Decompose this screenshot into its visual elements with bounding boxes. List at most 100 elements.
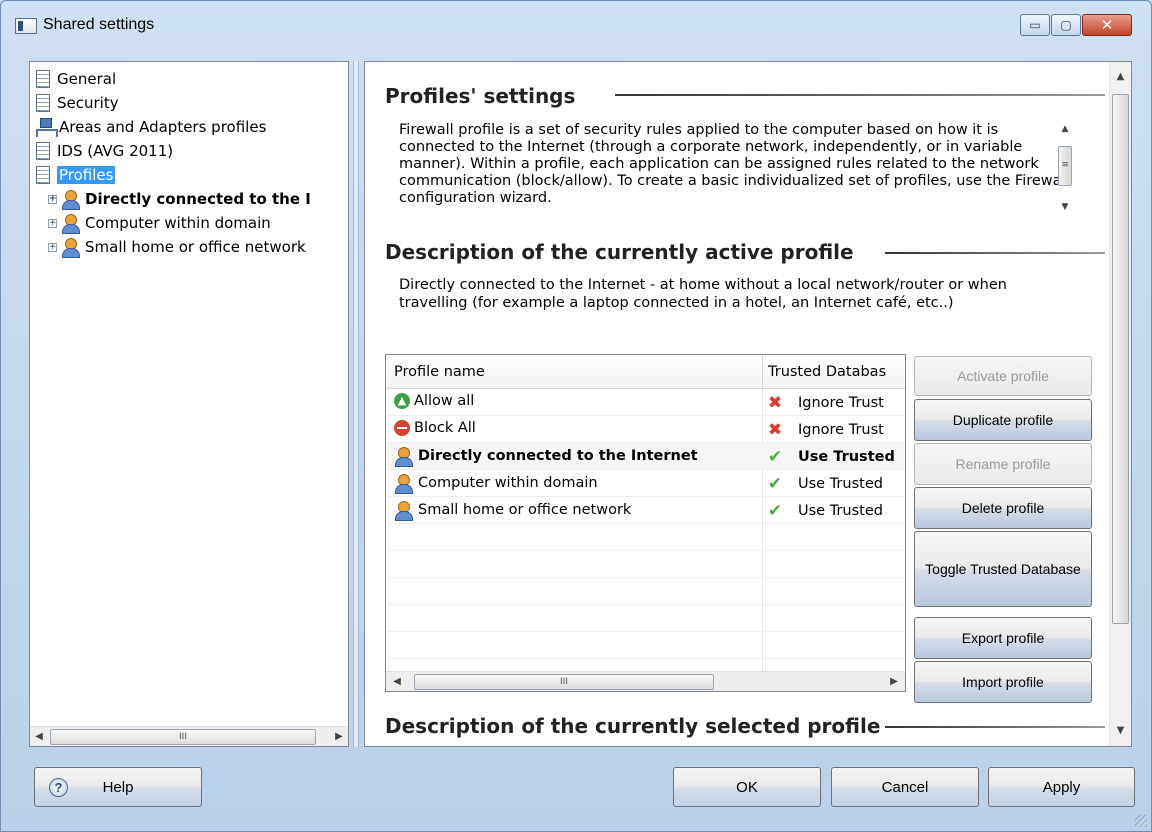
empty-row [386,632,905,659]
profile-name-cell: Block All [414,420,476,436]
tree-item-label: Small home or office network [85,238,306,256]
document-icon [36,142,50,160]
empty-row [386,551,905,578]
trusted-db-cell: Ignore Trust [798,395,884,411]
profile-name-cell: Computer within domain [418,475,598,491]
panel-splitter[interactable] [353,61,359,747]
section-divider [885,726,1105,728]
check-icon: ✔ [767,447,783,467]
person-icon [394,474,413,494]
rename-profile-button[interactable]: Rename profile [914,443,1092,485]
trusted-db-cell: Use Trusted [798,503,883,519]
table-row[interactable]: Small home or office network ✔ Use Truste… [386,497,905,524]
help-button[interactable]: ? Help [34,767,202,807]
tree-item-general[interactable]: General [36,67,116,91]
export-profile-button[interactable]: Export profile [914,617,1092,659]
scroll-thumb[interactable]: III [50,729,316,745]
scroll-up-icon[interactable]: ▲ [1110,68,1131,86]
tree-item-label: Areas and Adapters profiles [59,118,267,136]
empty-row [386,578,905,605]
tree-item-label: Profiles [57,166,116,184]
table-row[interactable]: Directly connected to the Internet ✔ Use … [386,443,905,470]
section-divider [615,94,1105,96]
document-icon [36,166,50,184]
x-icon: ✖ [767,420,783,440]
table-row[interactable]: ▲ Allow all ✖ Ignore Trust [386,389,905,416]
profiles-table[interactable]: Profile name Trusted Databas ▲ Allow all … [385,354,906,692]
check-icon: ✔ [767,501,783,521]
resize-grip-icon[interactable] [1135,815,1147,827]
tree-item-computer-domain[interactable]: + Computer within domain [48,211,271,235]
help-button-label: Help [102,778,134,796]
scroll-down-icon[interactable]: ▼ [1110,722,1131,740]
scroll-right-icon[interactable]: ▶ [885,672,903,691]
duplicate-profile-button[interactable]: Duplicate profile [914,399,1092,441]
table-row[interactable]: Block All ✖ Ignore Trust [386,416,905,443]
tree-item-ids[interactable]: IDS (AVG 2011) [36,139,173,163]
document-icon [36,94,50,112]
profile-name-cell: Directly connected to the Internet [418,448,698,464]
expand-icon[interactable]: + [48,218,57,228]
profiles-settings-title: Profiles' settings [385,84,576,108]
scroll-thumb[interactable] [1112,94,1129,624]
tree-item-label: Computer within domain [85,214,271,232]
scroll-left-icon[interactable]: ◀ [388,672,406,691]
person-icon [61,238,80,258]
empty-row [386,605,905,632]
maximize-button[interactable]: ▢ [1051,14,1081,36]
scroll-down-icon[interactable]: ▼ [1057,202,1073,216]
apply-button[interactable]: Apply [988,767,1135,807]
profile-name-cell: Small home or office network [418,502,632,518]
tree-horizontal-scrollbar[interactable]: ◀ III ▶ [30,726,348,746]
tree-item-label: Directly connected to the I [85,190,311,208]
window-title: Shared settings [43,16,155,33]
expand-icon[interactable]: + [48,242,57,252]
delete-profile-button[interactable]: Delete profile [914,487,1092,529]
active-profile-description: Directly connected to the Internet - at … [399,277,1007,311]
scroll-up-icon[interactable]: ▲ [1057,124,1073,138]
tree-item-areas-adapters[interactable]: Areas and Adapters profiles [36,115,266,139]
column-header-trusted-database[interactable]: Trusted Databas [768,364,886,380]
network-icon [36,118,58,137]
person-icon [61,190,80,210]
title-bar[interactable]: Shared settings ▭ ▢ ✕ [1,1,1151,49]
ok-button[interactable]: OK [673,767,821,807]
empty-row [386,524,905,551]
scroll-left-icon[interactable]: ◀ [30,727,48,747]
tree-item-profiles[interactable]: Profiles [36,163,116,187]
scroll-thumb[interactable]: ≡ [1058,146,1072,186]
person-icon [394,501,413,521]
toggle-trusted-database-button[interactable]: Toggle Trusted Database [914,531,1092,607]
expand-icon[interactable]: + [48,194,57,204]
activate-profile-button[interactable]: Activate profile [914,356,1092,396]
allow-icon: ▲ [394,393,410,409]
table-row[interactable]: Computer within domain ✔ Use Trusted [386,470,905,497]
table-horizontal-scrollbar[interactable]: ◀ III ▶ [386,671,905,691]
column-separator[interactable] [762,355,763,389]
scroll-thumb[interactable]: III [414,674,714,690]
trusted-db-cell: Use Trusted [798,476,883,492]
scroll-right-icon[interactable]: ▶ [330,727,348,747]
minimize-button[interactable]: ▭ [1020,14,1050,36]
column-header-profile-name[interactable]: Profile name [394,364,485,380]
profiles-intro-text: Firewall profile is a set of security ru… [399,122,1070,206]
settings-tree[interactable]: General Security Areas and Adapters prof… [29,61,349,747]
tree-item-directly-connected[interactable]: + Directly connected to the I [48,187,311,211]
tree-item-security[interactable]: Security [36,91,119,115]
cancel-button[interactable]: Cancel [831,767,979,807]
section-divider [885,252,1105,254]
trusted-db-cell: Use Trusted [798,449,895,465]
intro-vertical-scrollbar[interactable]: ▲ ≡ ▼ [1057,124,1073,216]
shared-settings-window: Shared settings ▭ ▢ ✕ General Security A… [0,0,1152,832]
table-header: Profile name Trusted Databas [386,355,905,389]
check-icon: ✔ [767,474,783,494]
help-icon: ? [49,778,68,797]
content-vertical-scrollbar[interactable]: ▲ ▼ [1109,62,1131,746]
x-icon: ✖ [767,393,783,413]
profile-name-cell: Allow all [414,393,475,409]
block-icon [394,420,410,436]
trusted-db-cell: Ignore Trust [798,422,884,438]
tree-item-small-home[interactable]: + Small home or office network [48,235,306,259]
import-profile-button[interactable]: Import profile [914,661,1092,703]
close-button[interactable]: ✕ [1082,14,1132,36]
